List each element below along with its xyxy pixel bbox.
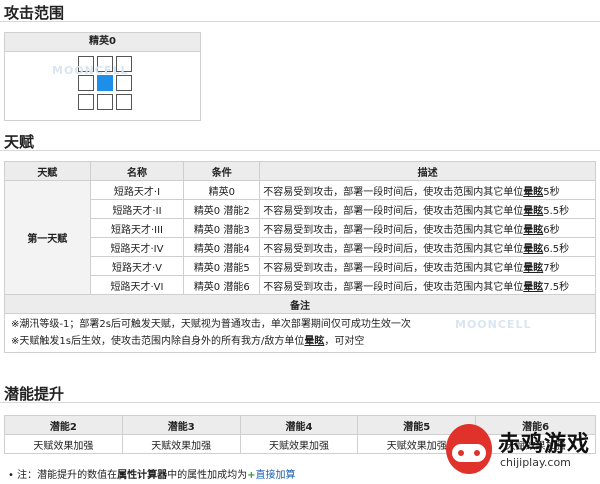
talent-name: 短路天才·III <box>89 218 185 238</box>
operator-position-cell <box>97 75 113 91</box>
talent-condition: 精英0 潜能5 <box>183 256 261 276</box>
range-cell <box>116 75 132 91</box>
range-phase-label: 精英0 <box>5 33 200 52</box>
range-cell <box>97 94 113 110</box>
direct-add-link[interactable]: 直接加算 <box>255 470 295 481</box>
table-row: 短路天才·II 精英0 潜能2 不容易受到攻击，部署一段时间后，使攻击范围内其它… <box>5 199 596 219</box>
footnote: • 注：潜能提升的数值在属性计算器中的属性加成均为+直接加算 <box>8 470 296 481</box>
potential-value: 天赋效果加强 <box>239 434 359 454</box>
talent-condition: 精英0 潜能4 <box>183 237 261 257</box>
divider <box>0 150 600 151</box>
range-cell <box>116 94 132 110</box>
brand-name: 赤鸡游戏 <box>498 432 591 457</box>
divider <box>0 402 600 403</box>
talent-group-label: 第一天赋 <box>4 180 91 295</box>
potential-value: 天赋效果加强 <box>4 434 123 454</box>
table-row: 短路天才·IV 精英0 潜能4 不容易受到攻击，部署一段时间后，使攻击范围内其它… <box>5 237 596 257</box>
watermark: MOONCELL <box>52 64 129 77</box>
talent-condition: 精英0 潜能3 <box>183 218 261 238</box>
talent-section-title: 天赋 <box>4 133 35 151</box>
talent-description: 不容易受到攻击，部署一段时间后，使攻击范围内其它单位晕眩7秒 <box>259 256 596 276</box>
talent-name: 短路天才·IV <box>89 237 185 257</box>
divider <box>0 21 600 22</box>
range-grid-area <box>5 52 200 120</box>
table-row: 短路天才·V 精英0 潜能5 不容易受到攻击，部署一段时间后，使攻击范围内其它单… <box>5 256 596 276</box>
potential-header: 潜能4 <box>239 415 359 435</box>
range-cell <box>78 75 94 91</box>
range-section-title: 攻击范围 <box>4 4 65 22</box>
col-header: 名称 <box>89 161 185 181</box>
col-header: 条件 <box>183 161 261 181</box>
col-header: 描述 <box>259 161 596 181</box>
col-header: 天赋 <box>4 161 91 181</box>
talent-description: 不容易受到攻击，部署一段时间后，使攻击范围内其它单位晕眩5.5秒 <box>259 199 596 219</box>
bullet-icon: • <box>8 470 14 481</box>
talent-name: 短路天才·I <box>89 180 185 200</box>
talent-description: 不容易受到攻击，部署一段时间后，使攻击范围内其它单位晕眩6秒 <box>259 218 596 238</box>
talent-name: 短路天才·II <box>89 199 185 219</box>
talent-condition: 精英0 <box>183 180 261 200</box>
brand-logo-icon <box>446 424 492 474</box>
notes-header: 备注 <box>4 294 596 314</box>
range-cell <box>78 94 94 110</box>
talent-description: 不容易受到攻击，部署一段时间后，使攻击范围内其它单位晕眩7.5秒 <box>259 275 596 295</box>
potential-header: 潜能3 <box>121 415 241 435</box>
table-row: 短路天才·III 精英0 潜能3 不容易受到攻击，部署一段时间后，使攻击范围内其… <box>5 218 596 238</box>
potential-section-title: 潜能提升 <box>4 385 65 403</box>
talent-name: 短路天才·V <box>89 256 185 276</box>
talent-description: 不容易受到攻击，部署一段时间后，使攻击范围内其它单位晕眩6.5秒 <box>259 237 596 257</box>
talent-condition: 精英0 潜能6 <box>183 275 261 295</box>
note-line: ※天赋触发1s后生效，使攻击范围内除自身外的所有我方/敌方单位晕眩，可对空 <box>11 336 365 347</box>
table-row: 短路天才·VI 精英0 潜能6 不容易受到攻击，部署一段时间后，使攻击范围内其它… <box>5 275 596 295</box>
brand-watermark: 赤鸡游戏 chijiplay.com <box>446 420 596 480</box>
brand-url: chijiplay.com <box>500 456 571 469</box>
watermark: MOONCELL <box>455 318 532 331</box>
talent-condition: 精英0 潜能2 <box>183 199 261 219</box>
talent-description: 不容易受到攻击，部署一段时间后，使攻击范围内其它单位晕眩5秒 <box>259 180 596 200</box>
table-row: 第一天赋 短路天才·I 精英0 不容易受到攻击，部署一段时间后，使攻击范围内其它… <box>4 180 596 295</box>
talent-name: 短路天才·VI <box>89 275 185 295</box>
potential-header: 潜能2 <box>4 415 123 435</box>
potential-value: 天赋效果加强 <box>121 434 241 454</box>
